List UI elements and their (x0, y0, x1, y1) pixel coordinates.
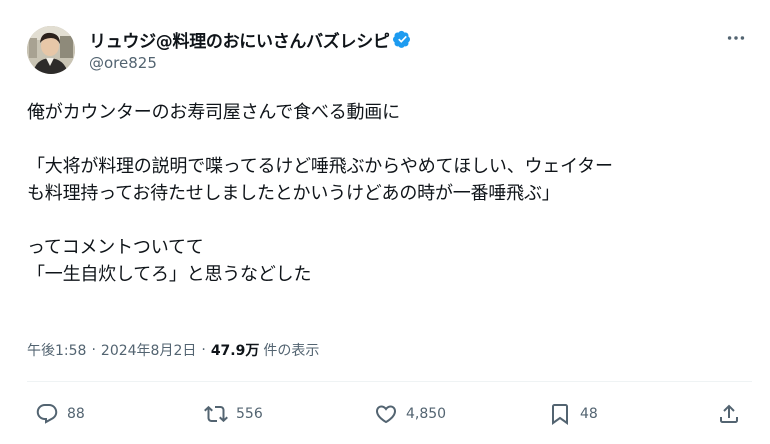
heart-icon (375, 405, 397, 424)
bookmark-count: 48 (580, 406, 598, 422)
like-count: 4,850 (406, 406, 447, 422)
share-upload-icon (720, 404, 738, 423)
post-line: 「一生自炊してろ」と思うなどした (27, 264, 312, 285)
divider (27, 381, 752, 382)
bookmark-button[interactable]: 48 (548, 402, 598, 426)
meta-separator: · (91, 342, 96, 358)
verified-badge-icon[interactable] (392, 29, 413, 49)
reply-bubble-icon (36, 404, 58, 424)
author-handle[interactable]: @ore825 (89, 54, 157, 72)
post-date[interactable]: 2024年8月2日 (101, 340, 196, 360)
post-card: リュウジ@料理のおにいさんバズレシピ @ore825 俺がカウンターのお寿司屋さ… (0, 0, 770, 444)
avatar[interactable] (27, 26, 75, 74)
bookmark-icon (552, 404, 568, 425)
post-line: 俺がカウンターのお寿司屋さんで食べる動画に (27, 102, 400, 123)
meta-separator: · (201, 342, 206, 358)
post-meta: 午後1:58 · 2024年8月2日 · 47.9万 件の表示 (27, 340, 319, 360)
repost-arrows-icon (204, 405, 228, 423)
post-line: ってコメントついてて (27, 237, 204, 258)
reply-button[interactable]: 88 (35, 402, 85, 426)
author-display-name[interactable]: リュウジ@料理のおにいさんバズレシピ (89, 27, 390, 52)
repost-button[interactable]: 556 (204, 402, 263, 426)
avatar-photo (27, 26, 75, 74)
repost-count: 556 (236, 406, 263, 422)
more-dots-icon[interactable] (723, 28, 749, 48)
reply-count: 88 (67, 406, 85, 422)
views-count[interactable]: 47.9万 (211, 340, 260, 360)
post-text: 俺がカウンターのお寿司屋さんで食べる動画に 「大将が料理の説明で喋ってるけど唾飛… (27, 99, 757, 288)
action-bar: 88 556 4,850 48 (27, 396, 747, 436)
author-name-row[interactable]: リュウジ@料理のおにいさんバズレシピ (89, 27, 413, 52)
like-button[interactable]: 4,850 (374, 402, 446, 426)
share-button[interactable] (717, 402, 741, 426)
post-line: 「大将が料理の説明で喋ってるけど唾飛ぶからやめてほしい、ウェイター (27, 156, 613, 177)
post-line: も料理持ってお待たせしましたとかいうけどあの時が一番唾飛ぶ」 (27, 183, 560, 204)
views-label[interactable]: 件の表示 (263, 340, 319, 360)
post-time[interactable]: 午後1:58 (27, 340, 86, 360)
